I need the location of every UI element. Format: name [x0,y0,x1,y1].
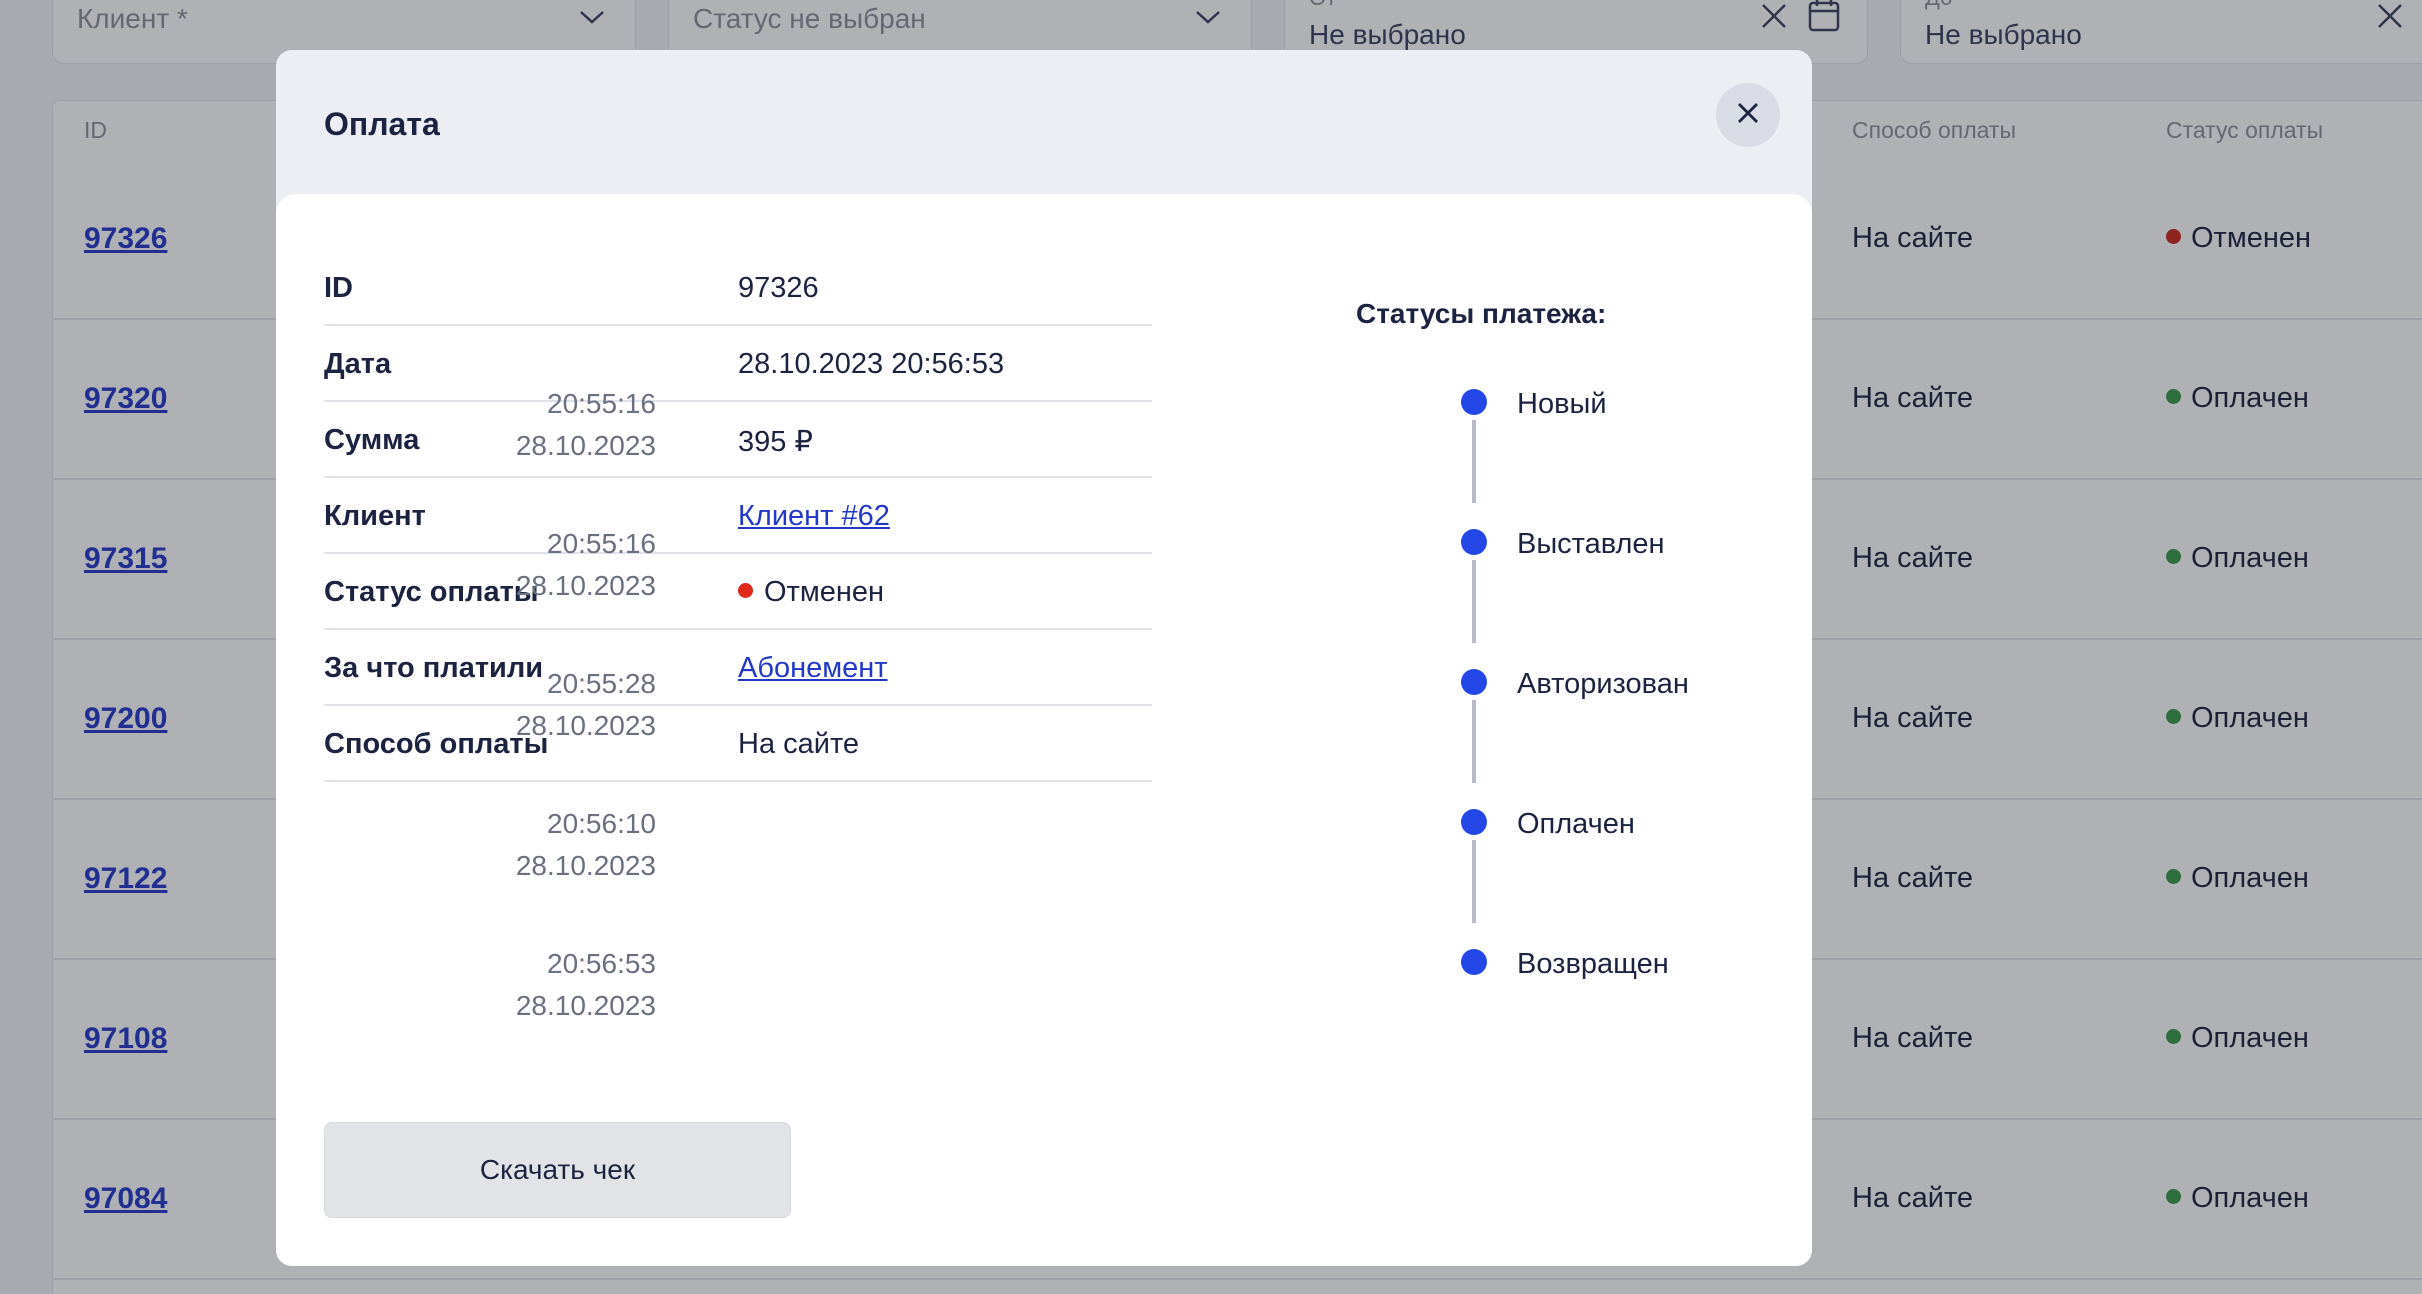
detail-value: 28.10.2023 20:56:53 [738,348,1005,380]
modal-title: Оплата [324,106,440,142]
timeline-item: 20:55:28 28.10.2023 Авторизован [276,668,1812,808]
timeline-connector [1472,420,1476,503]
close-button[interactable] [1716,83,1780,147]
timeline-time: 20:56:53 [547,948,656,979]
detail-row-id: ID 97326 [324,250,1152,326]
timeline-connector [1472,840,1476,923]
timeline-item: 20:56:53 28.10.2023 Возвращен [276,948,1812,1088]
timeline-connector [1472,700,1476,783]
close-icon [1735,100,1761,131]
timeline-date: 28.10.2023 [515,570,656,601]
detail-label: ID [324,272,353,304]
timeline-dot [1461,669,1487,695]
download-receipt-button[interactable]: Скачать чек [324,1122,791,1218]
timeline-time: 20:56:10 [547,808,656,839]
timeline-status: Новый [1517,388,1607,420]
modal-body: ID 97326 Дата 28.10.2023 20:56:53 Сумма … [276,194,1812,1266]
timeline-item: 20:56:10 28.10.2023 Оплачен [276,808,1812,948]
timeline-connector [1472,560,1476,643]
timeline-date: 28.10.2023 [515,990,656,1021]
timeline-status: Оплачен [1517,808,1635,840]
timeline-time: 20:55:28 [547,668,656,699]
timeline-dot [1461,389,1487,415]
timeline-dot [1461,809,1487,835]
detail-value: 97326 [738,272,819,304]
timeline-date: 28.10.2023 [515,850,656,881]
detail-label: Дата [324,348,392,380]
timeline-status: Возвращен [1517,948,1669,980]
timeline-title: Статусы платежа: [1356,298,1607,329]
timeline-item: 20:55:16 28.10.2023 Выставлен [276,528,1812,668]
timeline-time: 20:55:16 [547,388,656,419]
timeline-status: Выставлен [1517,528,1665,560]
payment-modal: Оплата ID 97326 Дата 28.10.2023 20:56:53… [276,50,1812,1266]
timeline-date: 28.10.2023 [515,710,656,741]
timeline-dot [1461,949,1487,975]
timeline-item: 20:55:16 28.10.2023 Новый [276,388,1812,528]
timeline-date: 28.10.2023 [515,430,656,461]
timeline-dot [1461,529,1487,555]
timeline-time: 20:55:16 [547,528,656,559]
timeline-status: Авторизован [1517,668,1689,700]
